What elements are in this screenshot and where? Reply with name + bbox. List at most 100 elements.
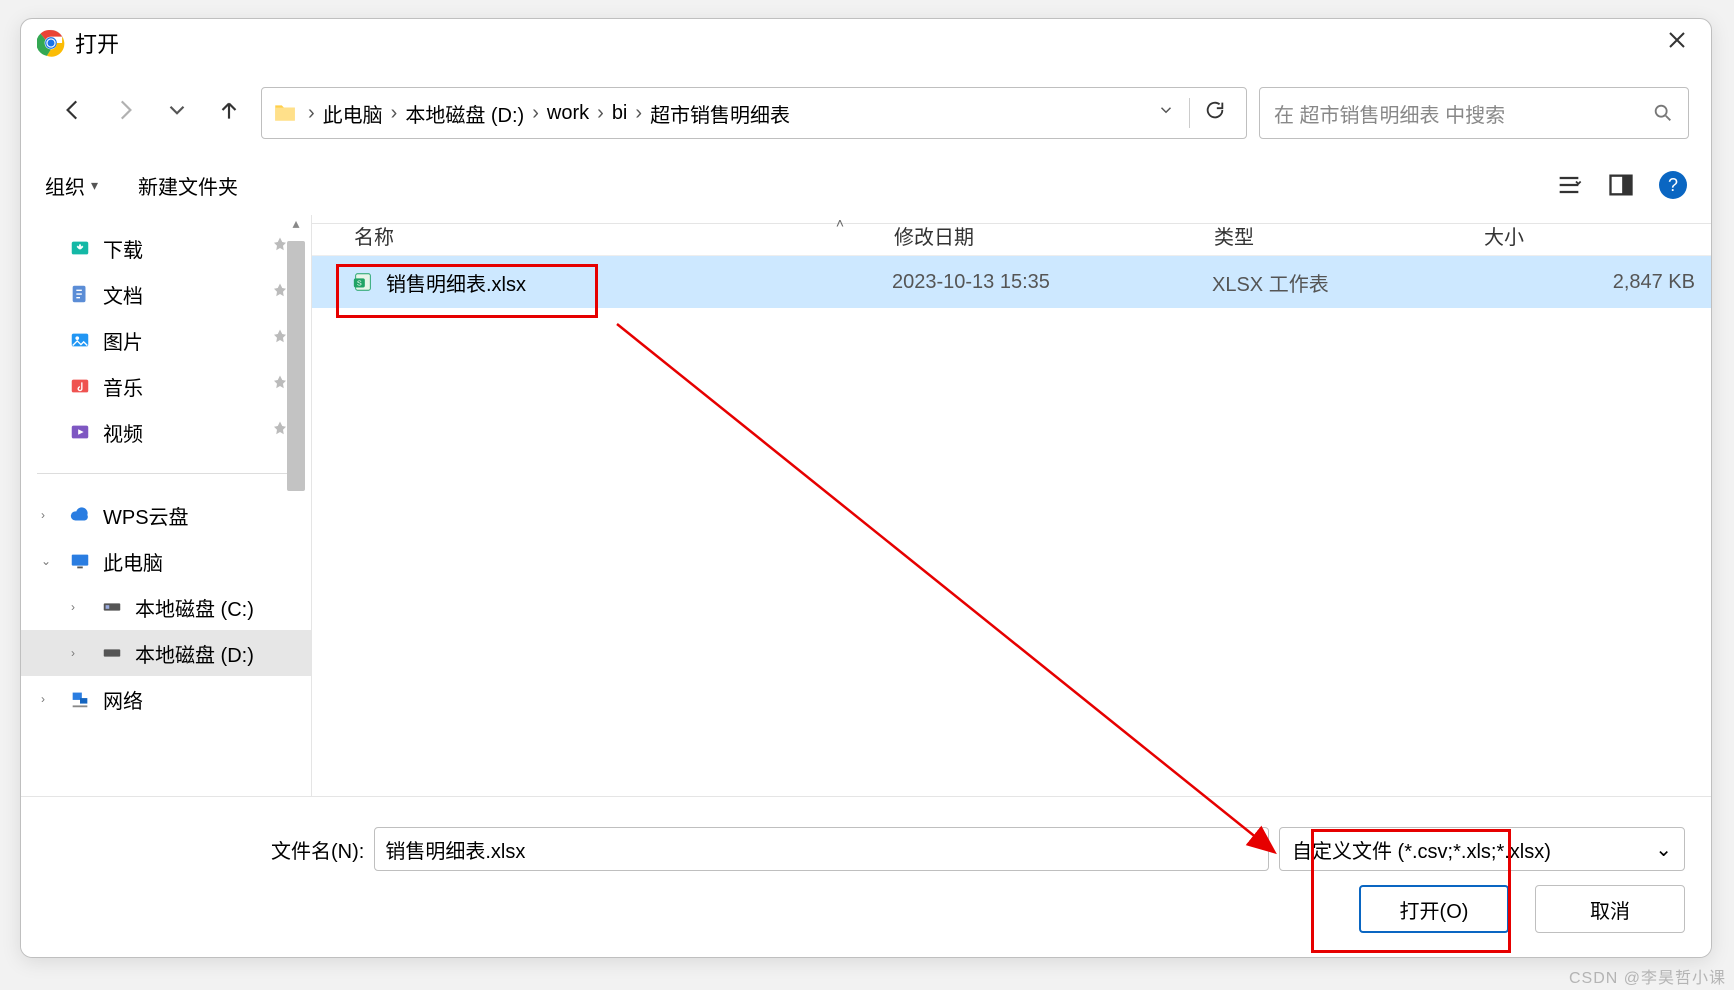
- sidebar-item-label: 此电脑: [103, 547, 163, 576]
- column-size[interactable]: 大小: [1484, 221, 1711, 250]
- cancel-button[interactable]: 取消: [1535, 885, 1685, 933]
- sidebar-item-label: 本地磁盘 (D:): [135, 639, 254, 668]
- file-row[interactable]: S 销售明细表.xlsx 2023-10-13 15:35 XLSX 工作表 2…: [312, 256, 1711, 308]
- sort-asc-icon: ˄: [836, 215, 844, 231]
- preview-pane-button[interactable]: [1607, 171, 1635, 199]
- divider: [1189, 98, 1190, 128]
- sidebar-item-label: WPS云盘: [103, 501, 189, 530]
- sidebar-item-label: 本地磁盘 (C:): [135, 593, 254, 622]
- chevron-right-icon: ›: [71, 646, 75, 660]
- crumb-work[interactable]: work: [545, 102, 591, 125]
- column-type[interactable]: 类型: [1214, 221, 1484, 250]
- address-bar[interactable]: › 此电脑 › 本地磁盘 (D:) › work › bi › 超市销售明细表: [261, 87, 1247, 139]
- column-headers[interactable]: 名称˄ 修改日期 类型 大小: [312, 215, 1711, 256]
- crumb-bi[interactable]: bi: [610, 102, 630, 125]
- filetype-select[interactable]: 自定义文件 (*.csv;*.xls;*.xlsx) ⌄: [1279, 827, 1685, 871]
- file-type: XLSX 工作表: [1212, 268, 1482, 297]
- sidebar-item-label: 图片: [103, 326, 143, 355]
- organize-button[interactable]: 组织 ▾: [45, 171, 98, 200]
- chevron-right-icon: ›: [526, 102, 545, 125]
- chevron-right-icon: ›: [385, 102, 404, 125]
- file-size: 2,847 KB: [1482, 271, 1711, 294]
- crumb-drive-d[interactable]: 本地磁盘 (D:): [403, 99, 526, 128]
- sidebar-item-label: 音乐: [103, 372, 143, 401]
- file-open-dialog: 打开 › 此电脑 › 本地磁盘 (D:) ›: [20, 18, 1712, 958]
- search-icon: [1652, 102, 1674, 124]
- sidebar-item-drive-c[interactable]: › 本地磁盘 (C:): [21, 584, 311, 630]
- crumb-this-pc[interactable]: 此电脑: [321, 99, 385, 128]
- organize-label: 组织: [45, 171, 85, 200]
- nav-forward-button[interactable]: [105, 97, 145, 129]
- sidebar-item-label: 网络: [103, 685, 143, 714]
- view-list-button[interactable]: [1555, 171, 1583, 199]
- chevron-right-icon: ›: [41, 692, 45, 706]
- drive-icon: [99, 596, 125, 618]
- search-input[interactable]: 在 超市销售明细表 中搜索: [1259, 87, 1689, 139]
- breadcrumb: 此电脑 › 本地磁盘 (D:) › work › bi › 超市销售明细表: [321, 99, 1147, 128]
- column-name: 名称˄: [312, 221, 894, 250]
- chevron-right-icon: ›: [71, 600, 75, 614]
- open-button[interactable]: 打开(O): [1359, 885, 1509, 933]
- filetype-value: 自定义文件 (*.csv;*.xls;*.xlsx): [1292, 835, 1551, 864]
- pictures-icon: [67, 329, 93, 351]
- chrome-icon: [37, 29, 65, 57]
- sidebar-item-music[interactable]: 音乐: [21, 363, 311, 409]
- filename-input[interactable]: [374, 827, 1269, 871]
- search-placeholder: 在 超市销售明细表 中搜索: [1274, 99, 1652, 128]
- folder-icon: [272, 100, 298, 126]
- videos-icon: [67, 421, 93, 443]
- chevron-right-icon: ›: [41, 508, 45, 522]
- sidebar-item-videos[interactable]: 视频: [21, 409, 311, 455]
- scroll-up-icon[interactable]: ▴: [292, 215, 299, 239]
- cloud-icon: [67, 504, 93, 526]
- network-icon: [67, 688, 93, 710]
- sidebar-item-pictures[interactable]: 图片: [21, 317, 311, 363]
- chevron-right-icon: ›: [302, 102, 321, 125]
- chevron-right-icon: ›: [591, 102, 610, 125]
- open-button-label: 打开(O): [1400, 895, 1469, 924]
- sidebar-scrollbar[interactable]: ▴ ▾: [281, 215, 311, 831]
- sidebar-item-wps-cloud[interactable]: › WPS云盘: [21, 492, 311, 538]
- watermark: CSDN @李昊哲小课: [1569, 964, 1726, 988]
- help-button[interactable]: ?: [1659, 171, 1687, 199]
- sidebar-item-label: 文档: [103, 280, 143, 309]
- chevron-down-icon: ⌄: [41, 554, 51, 568]
- sidebar-item-network[interactable]: › 网络: [21, 676, 311, 722]
- sidebar-item-drive-d[interactable]: › 本地磁盘 (D:): [21, 630, 311, 676]
- sidebar: 下载 文档 图片 音乐: [21, 215, 312, 831]
- nav-up-button[interactable]: [209, 97, 249, 129]
- crumb-current[interactable]: 超市销售明细表: [648, 99, 792, 128]
- new-folder-button[interactable]: 新建文件夹: [138, 171, 238, 200]
- annotation-box-file: [336, 264, 598, 318]
- file-date: 2023-10-13 15:35: [892, 271, 1212, 294]
- cancel-button-label: 取消: [1590, 895, 1630, 924]
- sidebar-item-documents[interactable]: 文档: [21, 271, 311, 317]
- documents-icon: [67, 283, 93, 305]
- column-date[interactable]: 修改日期: [894, 221, 1214, 250]
- sidebar-item-label: 下载: [103, 234, 143, 263]
- nav-history-dropdown[interactable]: [157, 97, 197, 129]
- address-dropdown[interactable]: [1147, 101, 1185, 125]
- divider: [37, 473, 295, 474]
- filename-label: 文件名(N):: [271, 835, 364, 864]
- close-button[interactable]: [1659, 25, 1695, 61]
- file-list-panel: 名称˄ 修改日期 类型 大小 S 销售明细表.xlsx 2023-10-13 1…: [312, 215, 1711, 831]
- footer: 文件名(N): 自定义文件 (*.csv;*.xls;*.xlsx) ⌄ 打开(…: [21, 796, 1711, 957]
- chevron-right-icon: ›: [629, 102, 648, 125]
- pc-icon: [67, 550, 93, 572]
- toolbar: 组织 ▾ 新建文件夹 ?: [21, 147, 1711, 224]
- titlebar: 打开: [21, 19, 1711, 67]
- sidebar-item-downloads[interactable]: 下载: [21, 225, 311, 271]
- chevron-down-icon: ▾: [91, 177, 98, 194]
- drive-icon: [99, 642, 125, 664]
- sidebar-item-label: 视频: [103, 418, 143, 447]
- scroll-thumb[interactable]: [287, 241, 305, 491]
- sidebar-item-this-pc[interactable]: ⌄ 此电脑: [21, 538, 311, 584]
- dialog-title: 打开: [75, 27, 119, 59]
- chevron-down-icon: ⌄: [1655, 837, 1672, 862]
- downloads-icon: [67, 237, 93, 259]
- refresh-button[interactable]: [1194, 99, 1236, 127]
- nav-back-button[interactable]: [53, 97, 93, 129]
- navigation-row: › 此电脑 › 本地磁盘 (D:) › work › bi › 超市销售明细表 …: [21, 67, 1711, 147]
- music-icon: [67, 375, 93, 397]
